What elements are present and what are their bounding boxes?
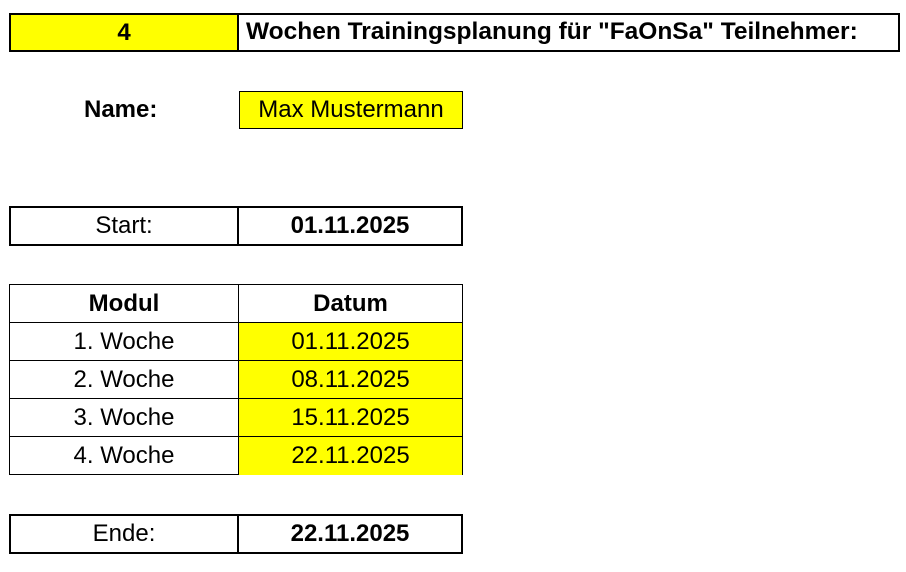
datum-cell[interactable]: 22.11.2025 bbox=[239, 437, 462, 475]
table-header-row: Modul Datum bbox=[10, 285, 462, 323]
start-date-cell: 01.11.2025 bbox=[237, 206, 463, 246]
datum-cell[interactable]: 01.11.2025 bbox=[239, 323, 462, 361]
end-date-cell: 22.11.2025 bbox=[237, 514, 463, 554]
name-label: Name: bbox=[84, 96, 158, 123]
table-row: 3. Woche 15.11.2025 bbox=[10, 399, 462, 437]
schedule-table: Modul Datum 1. Woche 01.11.2025 2. Woche… bbox=[9, 284, 463, 475]
weeks-count-cell[interactable]: 4 bbox=[9, 13, 239, 52]
name-input-cell[interactable]: Max Mustermann bbox=[239, 91, 463, 129]
modul-cell: 3. Woche bbox=[10, 399, 239, 437]
table-row: 4. Woche 22.11.2025 bbox=[10, 437, 462, 475]
modul-cell: 1. Woche bbox=[10, 323, 239, 361]
table-row: 1. Woche 01.11.2025 bbox=[10, 323, 462, 361]
column-header-datum: Datum bbox=[239, 285, 462, 323]
column-header-modul: Modul bbox=[10, 285, 239, 323]
datum-cell[interactable]: 08.11.2025 bbox=[239, 361, 462, 399]
modul-cell: 4. Woche bbox=[10, 437, 239, 475]
modul-cell: 2. Woche bbox=[10, 361, 239, 399]
title-cell: Wochen Trainingsplanung für "FaOnSa" Tei… bbox=[237, 13, 900, 52]
start-label: Start: bbox=[9, 206, 239, 246]
table-row: 2. Woche 08.11.2025 bbox=[10, 361, 462, 399]
datum-cell[interactable]: 15.11.2025 bbox=[239, 399, 462, 437]
end-label: Ende: bbox=[9, 514, 239, 554]
